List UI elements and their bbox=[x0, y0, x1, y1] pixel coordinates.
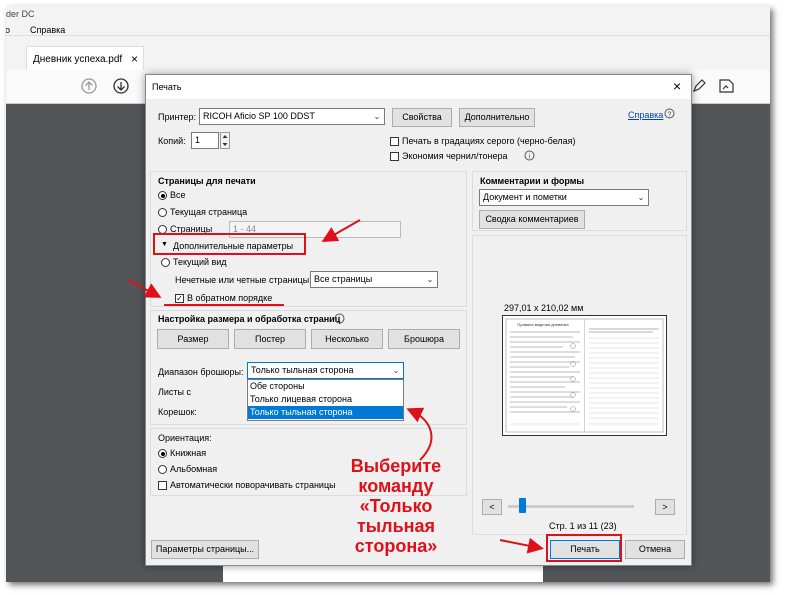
annotation-line-2: команду bbox=[358, 476, 434, 496]
annotation-line-4: тыльная bbox=[356, 516, 436, 536]
annotation-line-1: Выберите bbox=[350, 456, 442, 476]
annotation-line-5: сторона» bbox=[354, 536, 438, 556]
annotation-line-3: «Только bbox=[359, 496, 433, 516]
annotation-text: Выберите команду «Только тыльная сторона… bbox=[340, 456, 452, 556]
